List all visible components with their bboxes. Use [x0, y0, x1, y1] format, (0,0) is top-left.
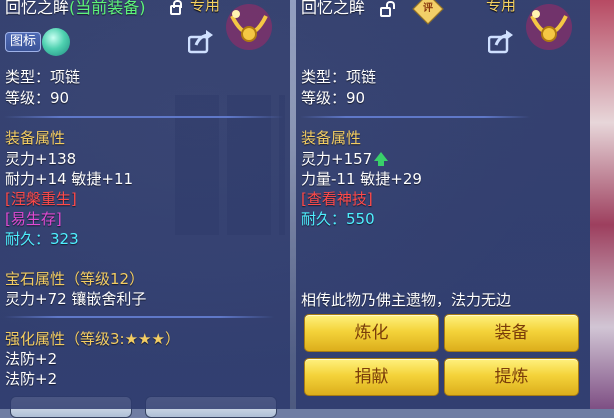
divider — [4, 316, 274, 318]
equip-attr-header: 装备属性 — [5, 129, 66, 147]
appraisal-seal-icon: 评 — [412, 0, 444, 25]
special-effect[interactable]: [涅槃重生] — [5, 189, 77, 209]
strengthen-line: 法防+2 — [5, 370, 58, 388]
compare-item-tooltip: 回忆之眸 评 专用 类型：项链 等级：90 装备属性 灵力+157 力量-11 … — [296, 0, 590, 409]
icon-tag-button[interactable]: 图标 — [5, 32, 42, 52]
equip-attr-header: 装备属性 — [301, 129, 362, 147]
item-level: 等级：90 — [5, 89, 70, 107]
seal-label: 评 — [423, 3, 433, 14]
durability: 耐久：550 — [301, 210, 375, 228]
lock-icon[interactable] — [170, 0, 182, 15]
attr-line: 耐力+14 敏捷+11 — [5, 170, 134, 188]
equip-button[interactable]: 装备 — [444, 314, 579, 352]
equipped-item-tooltip: 回忆之眸(当前装备) 专用 图标 类型：项链 等级：90 装备属性 灵力+138… — [0, 0, 290, 409]
strengthen-header: 强化属性（等级3:★★★） — [5, 330, 180, 348]
exclusive-label: 专用 — [486, 0, 517, 14]
necklace-icon — [526, 4, 572, 50]
durability: 耐久：323 — [5, 230, 79, 248]
donate-button[interactable]: 捐献 — [304, 358, 439, 396]
attr-line: 灵力+157 — [301, 150, 373, 168]
view-skill-link[interactable]: [查看神技] — [301, 189, 373, 209]
item-level: 等级：90 — [301, 89, 366, 107]
character-portrait-strip — [590, 0, 614, 409]
refine-button[interactable]: 炼化 — [304, 314, 439, 352]
attr-line-with-upgrade: 灵力+157 — [301, 149, 389, 169]
item-name: 回忆之眸 — [5, 0, 70, 17]
current-equip-label: (当前装备) — [69, 0, 146, 17]
divider — [4, 116, 284, 118]
attr-line: 灵力+138 — [5, 150, 77, 168]
extract-button[interactable]: 提炼 — [444, 358, 579, 396]
exclusive-label: 专用 — [190, 0, 221, 14]
share-icon[interactable] — [488, 30, 514, 54]
item-description: 相传此物乃佛主遗物，法力无边 — [301, 291, 512, 309]
item-type: 类型：项链 — [5, 68, 81, 86]
unlock-icon[interactable] — [380, 1, 395, 17]
gem-icon — [42, 28, 70, 56]
item-name: 回忆之眸 — [301, 0, 366, 17]
attr-line: 力量-11 敏捷+29 — [301, 170, 422, 188]
necklace-icon — [226, 4, 272, 50]
share-icon[interactable] — [188, 30, 214, 54]
arrow-up-icon — [374, 152, 389, 166]
item-type: 类型：项链 — [301, 68, 377, 86]
gem-attr-header: 宝石属性（等级12） — [5, 270, 145, 288]
special-skill[interactable]: [易生存] — [5, 209, 62, 229]
item-title: 回忆之眸(当前装备) — [5, 0, 146, 18]
gem-attr-line: 灵力+72 镶嵌舍利子 — [5, 290, 147, 308]
strengthen-line: 法防+2 — [5, 350, 58, 368]
divider — [300, 116, 530, 118]
